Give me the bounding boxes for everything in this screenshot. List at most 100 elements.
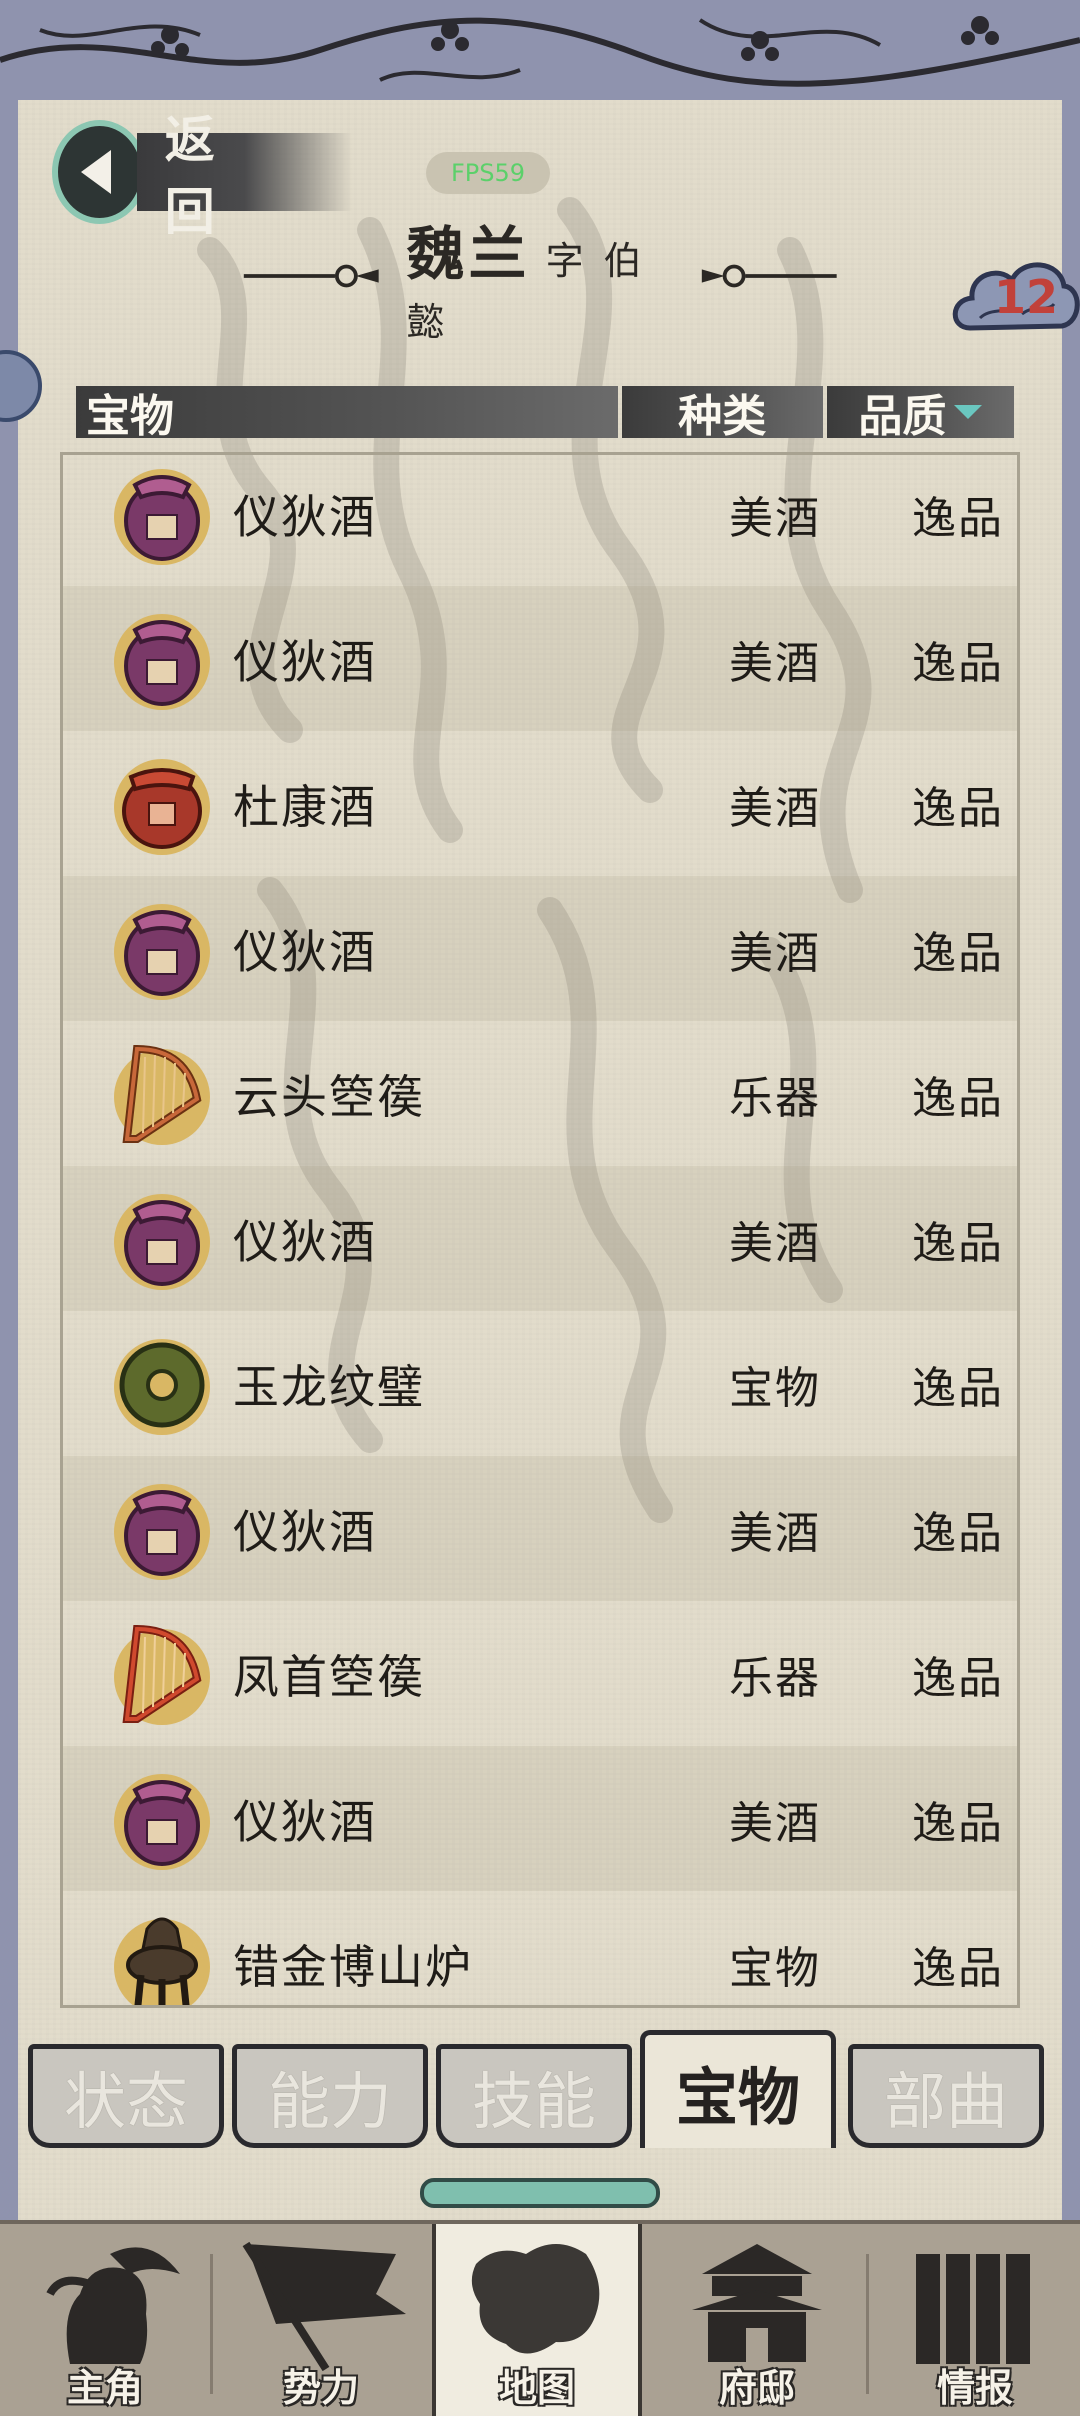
item-quality: 逸品 [912,927,1004,979]
list-item[interactable]: 错金博山炉 宝物 逸品 [63,1891,1017,2005]
item-type: 美酒 [729,927,821,979]
item-quality: 逸品 [912,1652,1004,1704]
warrior-head-icon [46,2247,180,2364]
item-type: 美酒 [729,782,821,834]
item-name: 仪狄酒 [233,1504,377,1559]
item-name: 仪狄酒 [233,924,377,979]
bottom-navigation: 主角 势力 地图 府邸 情报 [0,2220,1080,2416]
back-arrow-icon [52,120,147,224]
tab-ability[interactable]: 能力 [232,2044,428,2148]
item-type: 美酒 [729,1507,821,1559]
nav-label: 地图 [498,2366,575,2410]
purple-wine-jar-icon [114,468,210,565]
sort-desc-icon [954,405,983,419]
nav-label: 府邸 [718,2366,795,2410]
nav-divider [866,2254,869,2394]
mansion-icon [692,2244,822,2362]
top-decorative-frame [0,0,1080,106]
item-quality: 逸品 [912,1942,1004,1994]
list-item[interactable]: 杜康酒 美酒 逸品 [63,731,1017,876]
nav-faction[interactable]: 势力 [216,2224,426,2416]
tab-treasure[interactable]: 宝物 [640,2030,836,2148]
red-wine-jar-icon [114,758,210,855]
ornament-left-icon [243,264,379,288]
nav-divider [210,2254,213,2394]
harp-icon [114,1044,210,1145]
item-quality: 逸品 [912,1217,1004,1269]
item-name: 错金博山炉 [233,1939,473,1994]
list-item[interactable]: 仪狄酒 美酒 逸品 [63,1456,1017,1601]
banner-flag-icon [242,2241,406,2372]
list-item[interactable]: 仪狄酒 美酒 逸品 [63,1746,1017,1891]
header-quality[interactable]: 品质 [826,386,1014,442]
item-name: 仪狄酒 [233,634,377,689]
item-type: 美酒 [729,492,821,544]
item-quality: 逸品 [912,1072,1004,1124]
list-item[interactable]: 玉龙纹璧 宝物 逸品 [63,1311,1017,1456]
item-type: 乐器 [729,1652,821,1704]
item-name: 玉龙纹璧 [233,1359,425,1414]
list-item[interactable]: 仪狄酒 美酒 逸品 [63,1166,1017,1311]
purple-wine-jar-icon [114,1773,210,1870]
back-label: 返回 [164,111,219,241]
header-item[interactable]: 宝物 [76,386,618,442]
nav-mansion[interactable]: 府邸 [652,2224,862,2416]
character-title: 魏兰 字 伯懿 [240,220,840,344]
tab-status[interactable]: 状态 [28,2044,224,2148]
item-quality: 逸品 [912,492,1004,544]
item-type: 乐器 [729,1072,821,1124]
list-item[interactable]: 仪狄酒 美酒 逸品 [63,455,1017,586]
detail-tabs: 状态 能力 技能 宝物 部曲 [28,2030,1058,2150]
nav-map[interactable]: 地图 [432,2224,642,2416]
header-quality-label: 品质 [858,391,947,442]
item-name: 凤首箜篌 [233,1649,425,1704]
item-quality: 逸品 [912,637,1004,689]
table-header: 宝物 种类 品质 [76,386,1014,442]
item-quality: 逸品 [912,1507,1004,1559]
badge-count: 12 [994,270,1059,324]
tab-skills[interactable]: 技能 [436,2044,632,2148]
nav-label: 势力 [282,2366,359,2410]
incense-burner-icon [114,1917,210,2005]
purple-wine-jar-icon [114,903,210,1000]
tab-troops[interactable]: 部曲 [848,2044,1044,2148]
item-name: 云头箜篌 [233,1069,425,1124]
item-quality: 逸品 [912,1797,1004,1849]
item-name: 仪狄酒 [233,1794,377,1849]
vine-pattern-icon [0,16,1080,87]
list-item[interactable]: 凤首箜篌 乐器 逸品 [63,1601,1017,1746]
list-item[interactable]: 仪狄酒 美酒 逸品 [63,586,1017,731]
map-icon [471,2244,600,2354]
right-frame [1059,100,1080,2220]
purple-wine-jar-icon [114,1483,210,1580]
ornament-right-icon [701,264,837,288]
item-type: 美酒 [729,637,821,689]
list-item[interactable]: 云头箜篌 乐器 逸品 [63,1021,1017,1166]
purple-wine-jar-icon [114,1193,210,1290]
header-type[interactable]: 种类 [621,386,823,442]
nav-label: 主角 [66,2366,143,2410]
jade-disc-icon [114,1338,210,1435]
list-item[interactable]: 仪狄酒 美酒 逸品 [63,876,1017,1021]
item-quality: 逸品 [912,782,1004,834]
scroll-icon [916,2254,1030,2364]
purple-wine-jar-icon [114,613,210,710]
item-type: 美酒 [729,1797,821,1849]
item-name: 仪狄酒 [233,489,377,544]
nav-label: 情报 [936,2366,1013,2410]
harp-icon [114,1624,210,1725]
nav-intel[interactable]: 情报 [870,2224,1080,2416]
nav-protagonist[interactable]: 主角 [0,2224,210,2416]
back-button[interactable]: 返回 [52,111,352,241]
treasure-list[interactable]: 仪狄酒 美酒 逸品 仪狄酒 美酒 逸品 杜康酒 美酒 逸品 仪狄酒 美酒 逸品 … [60,452,1020,2008]
item-quality: 逸品 [912,1362,1004,1414]
item-type: 美酒 [729,1217,821,1269]
cloud-count-badge[interactable]: 12 [950,248,1080,352]
character-name: 魏兰 [406,219,531,288]
fps-indicator: FPS59 [426,152,550,194]
item-type: 宝物 [729,1942,821,1994]
item-name: 仪狄酒 [233,1214,377,1269]
nav-active-cap [420,2178,660,2208]
item-name: 杜康酒 [233,779,377,834]
item-type: 宝物 [729,1362,821,1414]
